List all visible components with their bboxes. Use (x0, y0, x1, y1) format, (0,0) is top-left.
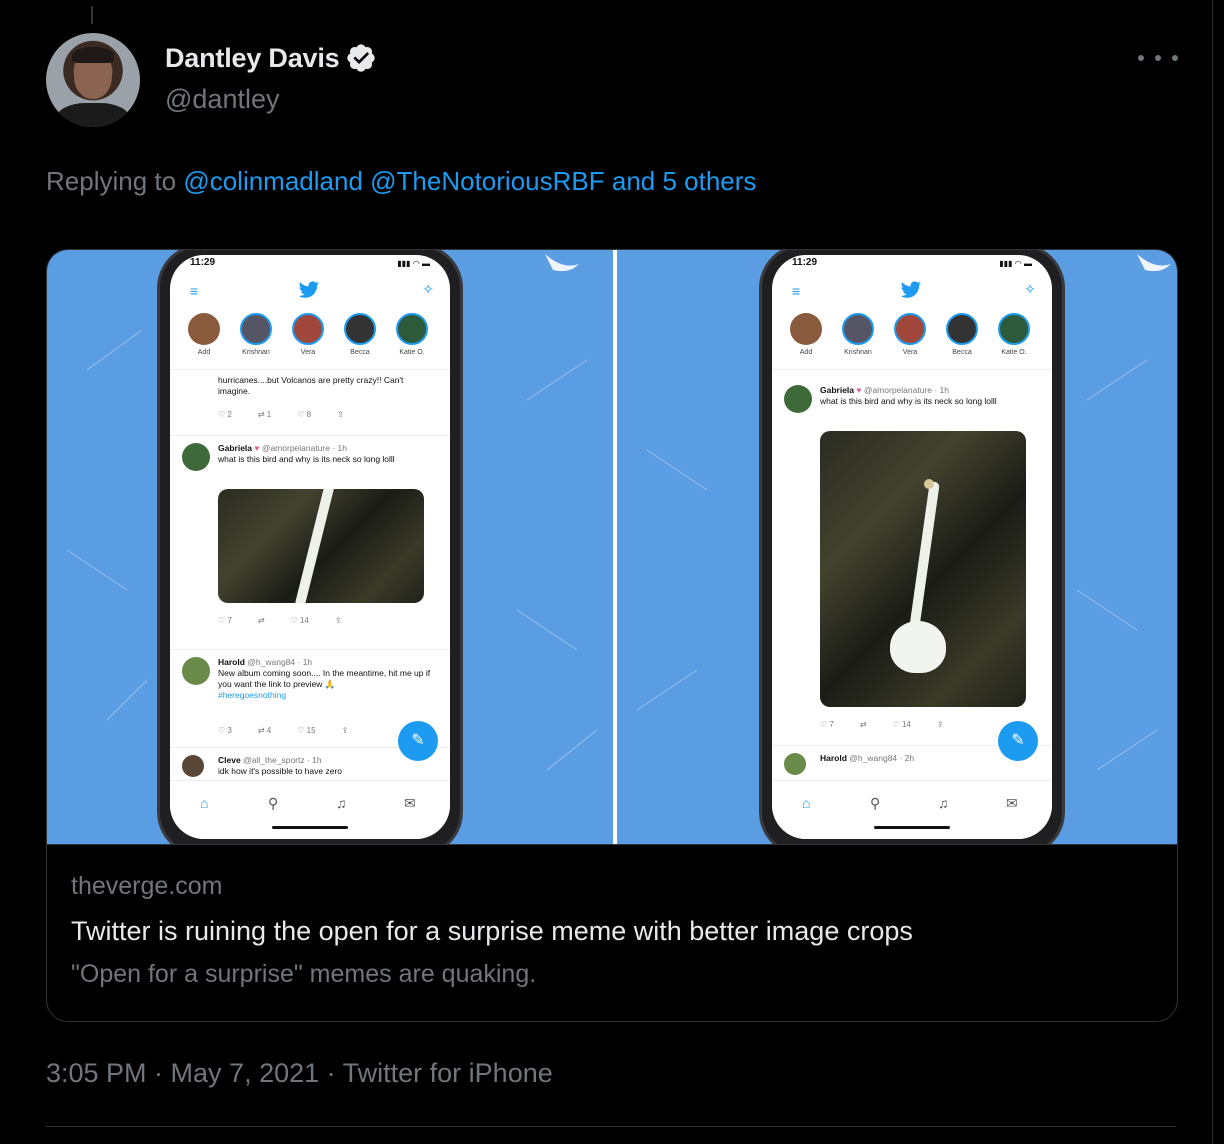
link-preview-card[interactable]: 11:29 ▮▮▮ ◠ ▬ ≡ ✧ Add Krishnan Vera Becc… (46, 249, 1178, 1022)
divider (46, 1126, 1176, 1127)
fleet-item: Becca (340, 313, 380, 356)
more-options-icon[interactable] (1138, 46, 1178, 70)
twitter-bird-icon (298, 281, 319, 298)
menu-icon: ≡ (792, 283, 801, 299)
mention-link[interactable]: @colinmadland (183, 166, 363, 196)
search-icon: ⚲ (268, 795, 279, 811)
author-avatar[interactable] (46, 33, 140, 127)
author-handle[interactable]: @dantley (165, 84, 279, 115)
signal-wifi-battery-icon: ▮▮▮ ◠ ▬ (999, 259, 1032, 268)
phone-screen-right: 11:29 ▮▮▮ ◠ ▬ ≡ ✧ Add Krishnan Vera Becc… (772, 255, 1052, 839)
phone-mockup-right: 11:29 ▮▮▮ ◠ ▬ ≡ ✧ Add Krishnan Vera Becc… (759, 250, 1065, 844)
card-domain: theverge.com (71, 872, 223, 900)
home-icon: ⌂ (802, 795, 811, 811)
card-title: Twitter is ruining the open for a surpri… (71, 916, 913, 946)
fleet-item: Add (184, 313, 224, 356)
timeline-tweet: Cleve @all_the_sportz · 1h idk how it's … (182, 755, 440, 781)
author-display-name[interactable]: Dantley Davis (165, 43, 340, 74)
tweet-avatar (784, 385, 812, 413)
others-link[interactable]: and 5 others (612, 166, 757, 196)
menu-icon: ≡ (190, 283, 199, 299)
tweet-actions: ♡ 2 ⇄ 1 ♡ 8 ⇪ (218, 410, 344, 419)
thread-connector (91, 6, 93, 24)
status-time: 11:29 (190, 257, 216, 268)
timeline-tweet: Harold @h_wang84 · 2h (784, 753, 1042, 775)
notifications-icon: ♫ (938, 795, 949, 811)
tweet-timestamp[interactable]: 3:05 PM · May 7, 2021 · Twitter for iPho… (46, 1058, 553, 1089)
twitter-bird-icon (900, 281, 921, 298)
bird-head (924, 479, 934, 489)
replying-to: Replying to @colinmadland @TheNotoriousR… (46, 166, 756, 197)
tweet-avatar (182, 755, 204, 777)
fleet-item: Katie O. (392, 313, 432, 356)
signal-wifi-battery-icon: ▮▮▮ ◠ ▬ (397, 259, 430, 268)
fleet-item: Becca (942, 313, 982, 356)
tweet-photo-cropped (218, 489, 424, 603)
tweet-actions: ♡ 7 ⇄ ♡ 14 ⇪ (820, 720, 944, 729)
compose-icon: ✎ (398, 721, 438, 761)
tweet-avatar (182, 443, 210, 471)
tweet-actions: ♡ 7 ⇄ ♡ 14 ⇪ (218, 616, 342, 625)
notifications-icon: ♫ (336, 795, 347, 811)
phone-tab-bar: ⌂ ⚲ ♫ ✉ (772, 780, 1052, 839)
tweet-avatar (182, 657, 210, 685)
phone-screen-left: 11:29 ▮▮▮ ◠ ▬ ≡ ✧ Add Krishnan Vera Becc… (170, 255, 450, 839)
fleet-item: Add (786, 313, 826, 356)
fleet-item: Vera (890, 313, 930, 356)
status-time: 11:29 (792, 257, 818, 268)
tweet-photo-full (820, 431, 1026, 707)
search-icon: ⚲ (870, 795, 881, 811)
sparkle-icon: ✧ (422, 281, 434, 297)
messages-icon: ✉ (404, 795, 416, 811)
fleets-row: Add Krishnan Vera Becca Katie O. (772, 313, 1052, 370)
fleet-item: Katie O. (994, 313, 1034, 356)
compose-icon: ✎ (998, 721, 1038, 761)
phone-mockup-left: 11:29 ▮▮▮ ◠ ▬ ≡ ✧ Add Krishnan Vera Becc… (157, 250, 463, 844)
column-border (1212, 0, 1213, 1144)
sparkle-icon: ✧ (1024, 281, 1036, 297)
home-icon: ⌂ (200, 795, 209, 811)
timeline-tweet: hurricanes....but Volcanos are pretty cr… (218, 375, 404, 419)
media-split-divider (613, 250, 617, 844)
replying-to-label: Replying to (46, 166, 177, 196)
fleet-item: Krishnan (236, 313, 276, 356)
timeline-tweet: Gabriela ♥ @amorpelanature · 1h what is … (784, 385, 1042, 735)
timeline-tweet: Gabriela ♥ @amorpelanature · 1h what is … (182, 443, 440, 643)
tweet-avatar (784, 753, 806, 775)
verified-badge-icon (347, 44, 376, 72)
messages-icon: ✉ (1006, 795, 1018, 811)
fleets-row: Add Krishnan Vera Becca Katie O. (170, 313, 450, 370)
card-description: "Open for a surprise" memes are quaking. (71, 960, 537, 988)
author-name-row[interactable]: Dantley Davis (165, 42, 377, 74)
card-image[interactable]: 11:29 ▮▮▮ ◠ ▬ ≡ ✧ Add Krishnan Vera Becc… (47, 250, 1177, 844)
fleet-item: Krishnan (838, 313, 878, 356)
phone-tab-bar: ⌂ ⚲ ♫ ✉ (170, 780, 450, 839)
tweet-actions: ♡ 3 ⇄ 4 ♡ 15 ⇪ (218, 726, 349, 735)
fleet-item: Vera (288, 313, 328, 356)
bird-body (890, 621, 946, 673)
mention-link[interactable]: @TheNotoriousRBF (370, 166, 604, 196)
